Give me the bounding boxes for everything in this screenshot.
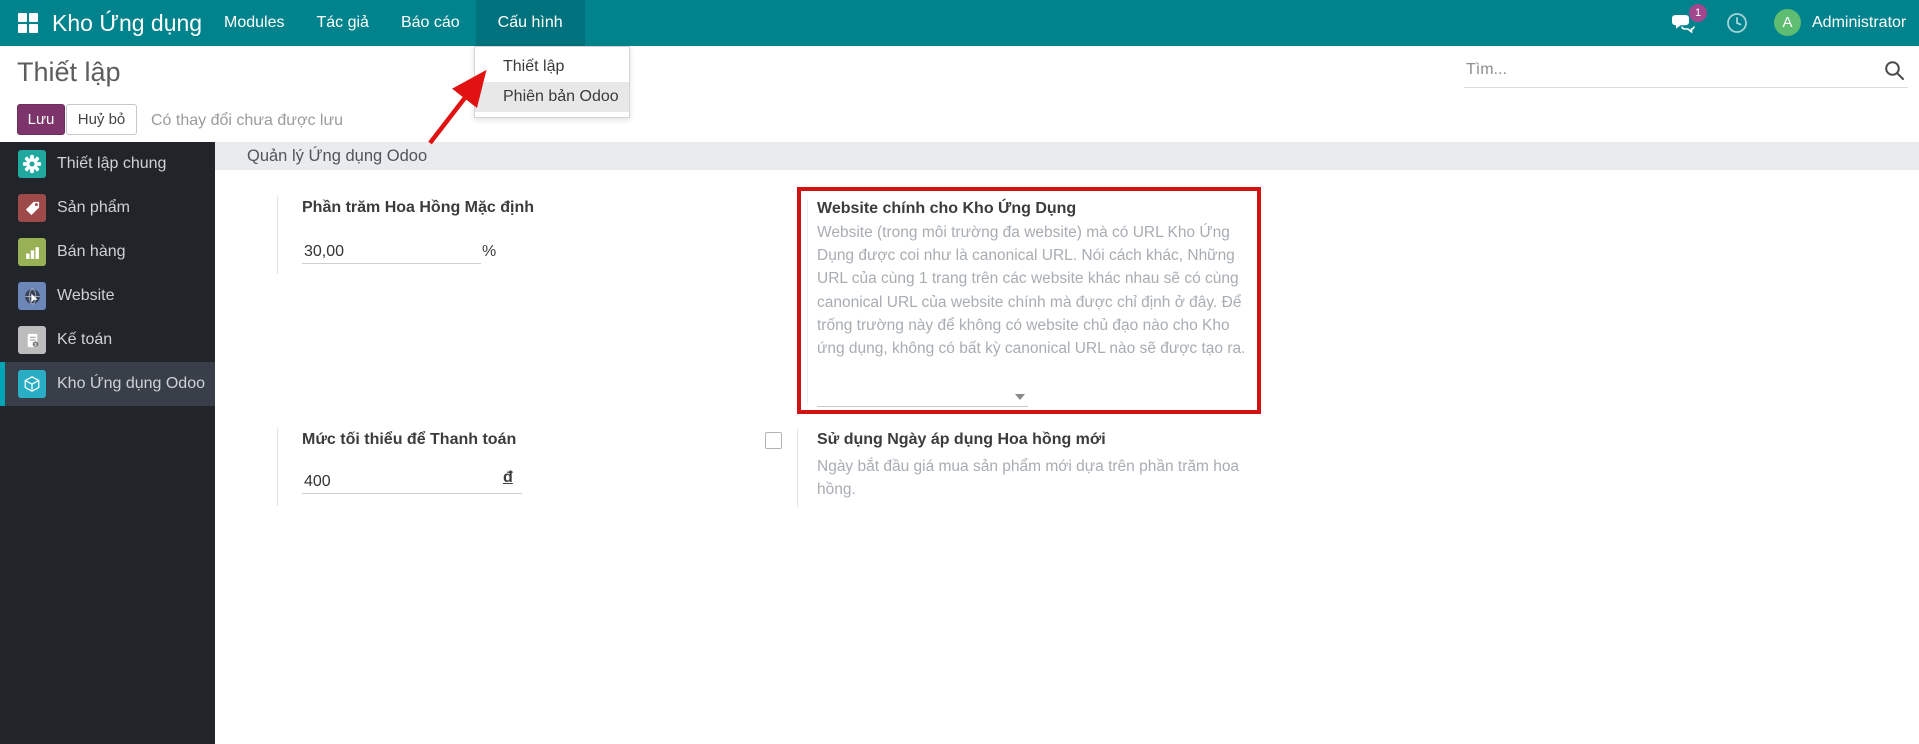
currency-suffix: đ <box>503 469 513 486</box>
main-website-select[interactable] <box>817 386 1028 407</box>
min-payout-label: Mức tối thiểu để Thanh toán <box>302 431 517 448</box>
new-commission-date-checkbox[interactable] <box>765 432 782 449</box>
dropdown-item-phien-ban-odoo[interactable]: Phiên bản Odoo <box>475 82 629 112</box>
setting-divider <box>797 429 798 507</box>
menu-modules[interactable]: Modules <box>208 0 300 46</box>
highlighted-setting-box: Website chính cho Kho Ứng Dụng Website (… <box>797 187 1261 414</box>
sidebar-item-label: Website <box>57 287 115 304</box>
sidebar-item-products[interactable]: Sản phẩm <box>0 186 215 230</box>
settings-sidebar: Thiết lập chung Sản phẩm Bán hàng Websit… <box>0 142 215 744</box>
sidebar-item-label: Kế toán <box>57 331 113 348</box>
dropdown-item-thiet-lap[interactable]: Thiết lập <box>475 52 629 82</box>
search-input[interactable] <box>1464 60 1868 80</box>
user-menu[interactable]: Administrator <box>1812 0 1906 46</box>
percent-suffix: % <box>482 243 497 260</box>
sidebar-item-label: Kho Ứng dụng Odoo <box>57 375 205 392</box>
unsaved-changes-text: Có thay đổi chưa được lưu <box>151 112 344 129</box>
apps-grid-icon[interactable] <box>16 11 40 35</box>
top-navbar: Kho Ứng dụng Modules Tác giả Báo cáo Cấu… <box>0 0 1919 46</box>
menu-tac-gia[interactable]: Tác giả <box>300 0 384 46</box>
page-title: Thiết lập <box>17 57 121 87</box>
commission-input[interactable] <box>302 240 481 264</box>
app-name[interactable]: Kho Ứng dụng <box>52 0 202 46</box>
section-header: Quản lý Ứng dụng Odoo <box>215 142 1919 170</box>
chevron-down-icon <box>1015 394 1025 400</box>
commission-label: Phần trăm Hoa Hồng Mặc định <box>302 199 535 216</box>
tag-icon <box>18 194 46 222</box>
commission-field <box>302 240 481 264</box>
sidebar-item-label: Sản phẩm <box>57 199 130 216</box>
new-commission-date-label: Sử dụng Ngày áp dụng Hoa hồng mới <box>817 431 1106 448</box>
discard-button[interactable]: Huỷ bỏ <box>66 104 137 135</box>
gear-icon <box>18 150 46 178</box>
min-payout-input[interactable] <box>302 470 522 494</box>
menu-bao-cao[interactable]: Báo cáo <box>385 0 476 46</box>
search-icon[interactable] <box>1884 60 1905 81</box>
search-field <box>1464 60 1908 88</box>
sidebar-item-website[interactable]: Website <box>0 274 215 318</box>
bar-chart-icon <box>18 238 46 266</box>
activities-clock-icon[interactable] <box>1726 12 1748 34</box>
setting-divider <box>277 196 278 274</box>
config-dropdown-menu: Thiết lập Phiên bản Odoo <box>474 46 630 118</box>
new-commission-date-description: Ngày bắt đầu giá mua sản phẩm mới dựa tr… <box>817 458 1240 499</box>
navbar-menu: Modules Tác giả Báo cáo Cấu hình <box>208 0 585 46</box>
min-payout-field <box>302 470 522 494</box>
setting-divider <box>277 428 278 506</box>
sidebar-item-label: Bán hàng <box>57 243 126 260</box>
menu-cau-hinh[interactable]: Cấu hình <box>475 0 585 46</box>
cube-icon <box>18 370 46 398</box>
sidebar-item-accounting[interactable]: $ Kế toán <box>0 318 215 362</box>
save-button[interactable]: Lưu <box>17 104 65 135</box>
messages-count-badge: 1 <box>1689 4 1707 22</box>
sidebar-item-general-settings[interactable]: Thiết lập chung <box>0 142 215 186</box>
sidebar-item-label: Thiết lập chung <box>57 155 167 172</box>
globe-cursor-icon <box>18 282 46 310</box>
sidebar-item-odoo-appstore[interactable]: Kho Ứng dụng Odoo <box>0 362 215 406</box>
svg-text:$: $ <box>34 342 37 348</box>
section-title: Quản lý Ứng dụng Odoo <box>247 147 428 165</box>
invoice-icon: $ <box>18 326 46 354</box>
setting-divider <box>807 199 808 405</box>
main-website-label: Website chính cho Kho Ứng Dụng <box>817 200 1077 217</box>
sidebar-item-sales[interactable]: Bán hàng <box>0 230 215 274</box>
user-avatar[interactable]: A <box>1774 9 1801 36</box>
main-website-description: Website (trong môi trường đa website) mà… <box>817 224 1246 358</box>
